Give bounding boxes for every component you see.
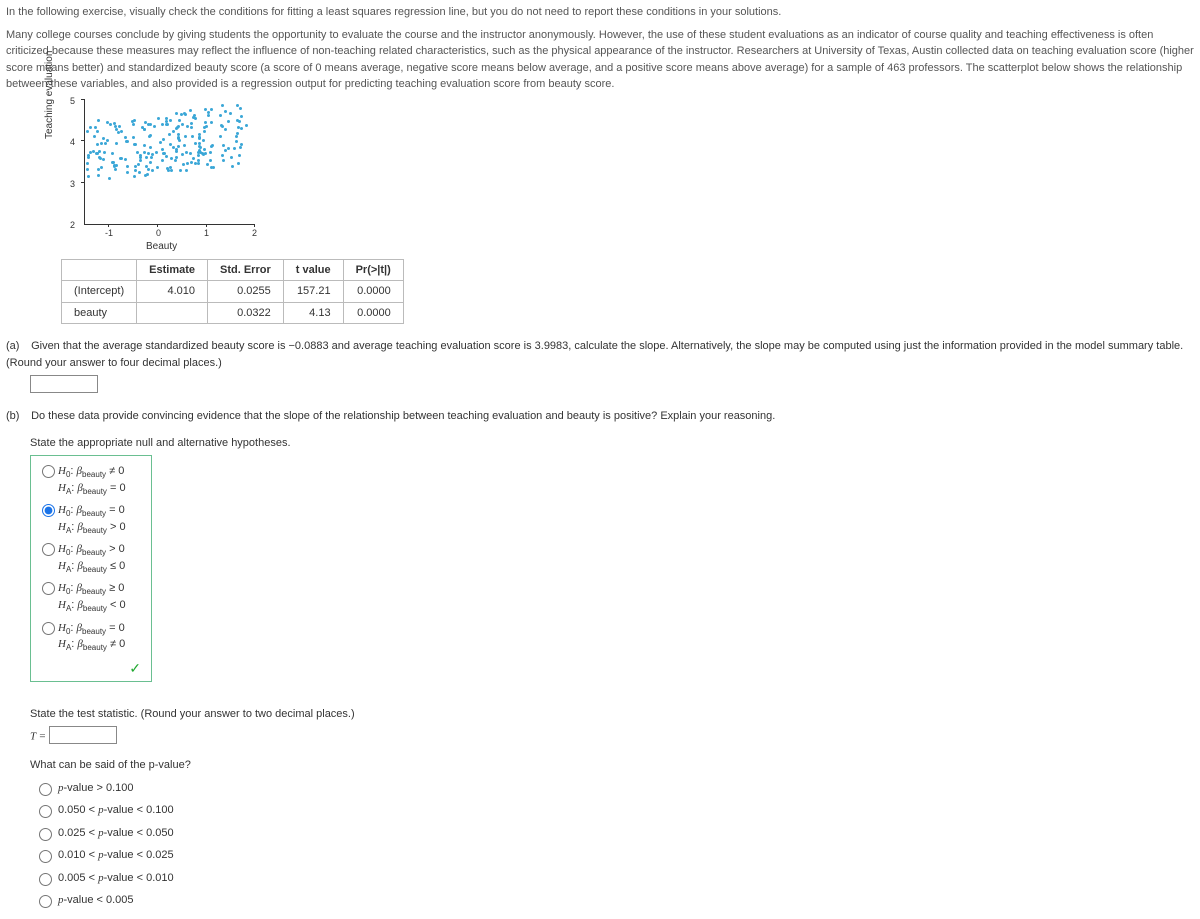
- ytick-2: 2: [70, 219, 75, 233]
- hypothesis-radio-4[interactable]: [42, 622, 55, 635]
- row-beauty-label: beauty: [62, 302, 137, 324]
- correct-check-icon: ✓: [37, 658, 143, 679]
- row-beauty-est: [137, 302, 208, 324]
- part-b: (b) Do these data provide convincing evi…: [6, 408, 1194, 909]
- t-statistic-input[interactable]: [49, 726, 117, 744]
- part-a-label: (a): [6, 338, 28, 355]
- hypothesis-radio-1[interactable]: [42, 504, 55, 517]
- th-stderr: Std. Error: [208, 259, 284, 281]
- pvalue-option-0[interactable]: p-value > 0.100: [34, 780, 1194, 797]
- hypothesis-option-0[interactable]: H0: βbeauty ≠ 0HA: βbeauty = 0: [37, 464, 143, 497]
- ytick-5: 5: [70, 95, 75, 109]
- context-paragraph: Many college courses conclude by giving …: [6, 27, 1194, 93]
- pvalue-options: p-value > 0.100 0.050 < p-value < 0.100 0.…: [34, 780, 1194, 909]
- xtick-0: 0: [156, 227, 161, 241]
- pvalue-question: What can be said of the p-value?: [30, 757, 1194, 774]
- ytick-4: 4: [70, 136, 75, 150]
- slope-input[interactable]: [30, 375, 98, 393]
- regression-table: Estimate Std. Error t value Pr(>|t|) (In…: [61, 259, 404, 325]
- part-b-intro: Do these data provide convincing evidenc…: [31, 410, 775, 422]
- xtick-2: 2: [252, 227, 257, 241]
- pvalue-option-3[interactable]: 0.010 < p-value < 0.025: [34, 847, 1194, 864]
- xtick-n1: -1: [105, 227, 113, 241]
- row-beauty-se: 0.0322: [208, 302, 284, 324]
- hypothesis-option-1[interactable]: H0: βbeauty = 0HA: βbeauty > 0: [37, 503, 143, 536]
- row-intercept-label: (Intercept): [62, 281, 137, 303]
- state-statistic-text: State the test statistic. (Round your an…: [30, 706, 1194, 723]
- pvalue-option-4[interactable]: 0.005 < p-value < 0.010: [34, 870, 1194, 887]
- part-a: (a) Given that the average standardized …: [6, 338, 1194, 394]
- row-intercept-p: 0.0000: [343, 281, 403, 303]
- hypothesis-option-4[interactable]: H0: βbeauty = 0HA: βbeauty ≠ 0: [37, 621, 143, 654]
- hypothesis-option-3[interactable]: H0: βbeauty ≥ 0HA: βbeauty < 0: [37, 581, 143, 614]
- pvalue-radio-3[interactable]: [39, 850, 52, 863]
- y-axis-label: Teaching evaluation: [42, 50, 57, 138]
- part-b-label: (b): [6, 408, 28, 425]
- pvalue-option-5[interactable]: p-value < 0.005: [34, 892, 1194, 909]
- hypothesis-radio-0[interactable]: [42, 465, 55, 478]
- state-hypotheses-text: State the appropriate null and alternati…: [30, 435, 1194, 452]
- row-intercept-est: 4.010: [137, 281, 208, 303]
- th-tvalue: t value: [283, 259, 343, 281]
- plot-region: [84, 99, 255, 225]
- t-equals-label: T =: [30, 731, 46, 743]
- pvalue-radio-5[interactable]: [39, 895, 52, 908]
- row-intercept-se: 0.0255: [208, 281, 284, 303]
- hypothesis-option-2[interactable]: H0: βbeauty > 0HA: βbeauty ≤ 0: [37, 542, 143, 575]
- row-intercept-t: 157.21: [283, 281, 343, 303]
- scatterplot: Teaching evaluation Beauty 5 4 3 2 -1 0 …: [56, 99, 276, 249]
- pvalue-radio-4[interactable]: [39, 873, 52, 886]
- th-pr: Pr(>|t|): [343, 259, 403, 281]
- pvalue-radio-1[interactable]: [39, 805, 52, 818]
- pvalue-option-1[interactable]: 0.050 < p-value < 0.100: [34, 802, 1194, 819]
- hypothesis-radio-3[interactable]: [42, 582, 55, 595]
- pvalue-option-2[interactable]: 0.025 < p-value < 0.050: [34, 825, 1194, 842]
- th-estimate: Estimate: [137, 259, 208, 281]
- th-blank: [62, 259, 137, 281]
- xtick-1: 1: [204, 227, 209, 241]
- instruction-text: In the following exercise, visually chec…: [6, 4, 1194, 21]
- row-beauty-p: 0.0000: [343, 302, 403, 324]
- pvalue-radio-2[interactable]: [39, 828, 52, 841]
- hypothesis-choice-box: H0: βbeauty ≠ 0HA: βbeauty = 0 H0: βbeaut…: [30, 455, 152, 682]
- pvalue-radio-0[interactable]: [39, 783, 52, 796]
- part-a-text: Given that the average standardized beau…: [6, 340, 1183, 369]
- x-axis-label: Beauty: [146, 239, 177, 254]
- row-beauty-t: 4.13: [283, 302, 343, 324]
- ytick-3: 3: [70, 178, 75, 192]
- hypothesis-radio-2[interactable]: [42, 543, 55, 556]
